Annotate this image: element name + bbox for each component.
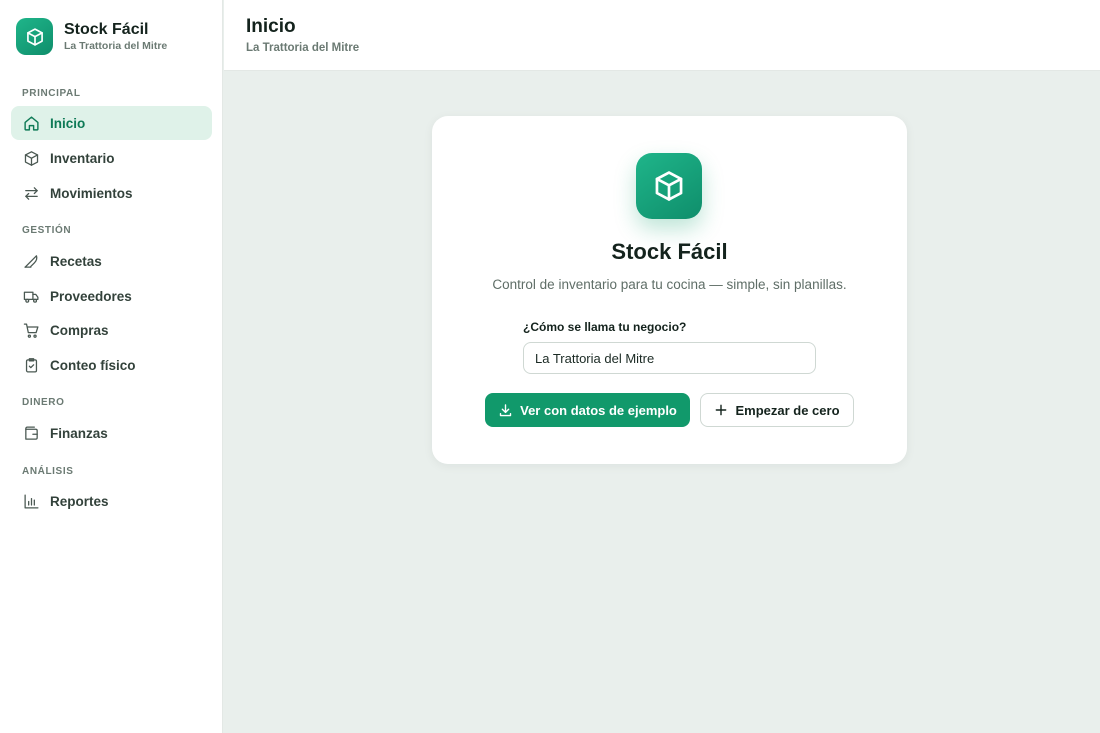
- business-name: La Trattoria del Mitre: [64, 40, 168, 52]
- sidebar-item-finanzas[interactable]: Finanzas: [11, 416, 212, 450]
- start-from-scratch-button[interactable]: Empezar de cero: [700, 393, 854, 427]
- sidebar-item-label: Proveedores: [50, 288, 132, 304]
- plus-icon: [714, 403, 728, 417]
- section-label-analisis: ANÁLISIS: [22, 466, 74, 477]
- start-from-scratch-label: Empezar de cero: [735, 402, 840, 418]
- section-label-gestion: GESTIÓN: [22, 225, 72, 236]
- page-title: Inicio: [246, 16, 296, 37]
- sidebar-item-conteo-fisico[interactable]: Conteo físico: [11, 348, 212, 382]
- truck-icon: [22, 287, 40, 305]
- home-icon: [22, 114, 40, 132]
- section-label-dinero: DINERO: [22, 397, 65, 408]
- sidebar-item-recetas[interactable]: Recetas: [11, 244, 212, 278]
- sidebar-item-label: Inventario: [50, 150, 115, 166]
- bar-chart-icon: [22, 492, 40, 510]
- arrows-left-right-icon: [22, 184, 40, 202]
- sidebar-item-label: Finanzas: [50, 425, 108, 441]
- sidebar-item-compras[interactable]: Compras: [11, 313, 212, 347]
- sidebar-item-reportes[interactable]: Reportes: [11, 484, 212, 518]
- shopping-cart-icon: [22, 321, 40, 339]
- sidebar-item-label: Recetas: [50, 253, 102, 269]
- sidebar-item-label: Compras: [50, 322, 109, 338]
- box-icon: [16, 18, 53, 55]
- sidebar-item-label: Inicio: [50, 115, 86, 131]
- sidebar-item-label: Conteo físico: [50, 357, 136, 373]
- box-icon: [636, 153, 702, 219]
- box-icon: [22, 149, 40, 167]
- sidebar-item-inicio[interactable]: Inicio: [11, 106, 212, 140]
- sidebar-item-proveedores[interactable]: Proveedores: [11, 279, 212, 313]
- business-name-label: ¿Cómo se llama tu negocio?: [523, 320, 687, 334]
- brand: Stock Fácil La Trattoria del Mitre: [16, 18, 167, 55]
- page-header: Inicio La Trattoria del Mitre: [224, 0, 1100, 71]
- load-sample-data-label: Ver con datos de ejemplo: [520, 402, 677, 418]
- clipboard-check-icon: [22, 356, 40, 374]
- page-subtitle: La Trattoria del Mitre: [246, 42, 360, 54]
- onboarding-card: Stock Fácil Control de inventario para t…: [432, 116, 907, 464]
- sidebar-item-label: Movimientos: [50, 185, 133, 201]
- sidebar-item-movimientos[interactable]: Movimientos: [11, 176, 212, 210]
- wallet-icon: [22, 424, 40, 442]
- load-sample-data-button[interactable]: Ver con datos de ejemplo: [485, 393, 690, 427]
- sidebar: Stock Fácil La Trattoria del Mitre PRINC…: [0, 0, 223, 733]
- download-icon: [498, 403, 513, 418]
- onboarding-title: Stock Fácil: [611, 239, 728, 264]
- business-name-input[interactable]: [523, 342, 816, 374]
- sidebar-item-inventario[interactable]: Inventario: [11, 141, 212, 175]
- sidebar-item-label: Reportes: [50, 493, 109, 509]
- app-name: Stock Fácil: [64, 21, 149, 38]
- onboarding-subtitle: Control de inventario para tu cocina — s…: [492, 277, 847, 292]
- section-label-principal: PRINCIPAL: [22, 88, 81, 99]
- chef-knife-icon: [22, 252, 40, 270]
